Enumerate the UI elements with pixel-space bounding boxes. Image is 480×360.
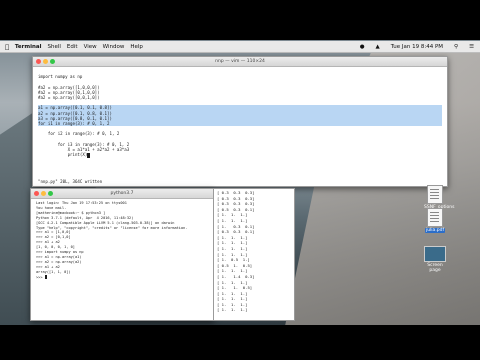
python-console[interactable]: Last login: Thu Jan 19 17:53:25 on ttys0… [31,199,213,282]
minimize-button[interactable] [41,191,46,196]
output-window[interactable]: [ 0.3 0.3 0.3][ 0.3 0.3 0.3][ 0.3 0.3 0.… [213,188,295,321]
zoom-button[interactable] [48,191,53,196]
menu-help[interactable]: Help [130,44,143,50]
desktop-icon-label: Screen page [427,263,443,273]
volume-icon[interactable]: ▲ [376,44,380,50]
apple-icon[interactable]:  [5,43,9,51]
menu-window[interactable]: Window [103,44,125,50]
vim-window[interactable]: nnp — vim — 110×24 import numpy as np #a… [32,56,448,187]
status-area: ● ▲ Tue Jan 19 8:44 PM ⚲ ☰ [354,44,474,50]
menu-edit[interactable]: Edit [67,44,78,50]
menu-app-terminal[interactable]: Terminal [15,44,42,50]
list-icon[interactable]: ☰ [469,44,474,50]
clock-text[interactable]: Tue Jan 19 8:44 PM [391,44,443,50]
menu-bar:  Terminal Shell Edit View Window Help ●… [0,41,480,53]
code-line: [ 1. 1. 1.] [217,307,248,313]
document-icon [427,185,443,204]
close-button[interactable] [34,191,39,196]
menu-shell[interactable]: Shell [48,44,61,50]
text-cursor [87,153,90,158]
output-console[interactable]: [ 0.3 0.3 0.3][ 0.3 0.3 0.3][ 0.3 0.3 0.… [214,189,294,314]
letterbox-top [0,0,480,40]
minimize-button[interactable] [43,59,48,64]
image-icon [424,246,446,262]
close-button[interactable] [36,59,41,64]
vim-titlebar[interactable]: nnp — vim — 110×24 [33,57,447,67]
python-window[interactable]: python3.7 Last login: Thu Jan 19 17:53:2… [30,188,214,321]
vim-status-line: "nnp.py" 20L, 364C written [38,179,103,184]
window-controls [36,59,55,64]
code-line: >>> [36,274,208,280]
video-frame:  Terminal Shell Edit View Window Help ●… [0,0,480,360]
vim-title: nnp — vim — 110×24 [215,59,265,64]
pdf-icon [427,208,443,227]
python-title: python3.7 [110,191,134,196]
letterbox-bottom [0,325,480,360]
zoom-button[interactable] [50,59,55,64]
desktop-icon-screenshot[interactable]: Screen page [424,246,446,273]
vim-buffer[interactable]: import numpy as np #a2 = np.array([1,0,0… [33,67,447,180]
menu-view[interactable]: View [84,44,97,50]
desktop-icon-label: julia.pdf [424,228,446,233]
wifi-icon[interactable]: ● [360,44,365,50]
python-titlebar[interactable]: python3.7 [31,189,213,199]
window-controls [34,191,53,196]
text-cursor [44,274,48,280]
desktop-icon-julia[interactable]: julia.pdf [424,208,446,233]
search-icon[interactable]: ⚲ [454,44,458,50]
desktop-icon-ssnf[interactable]: SSNF_options [424,185,455,210]
